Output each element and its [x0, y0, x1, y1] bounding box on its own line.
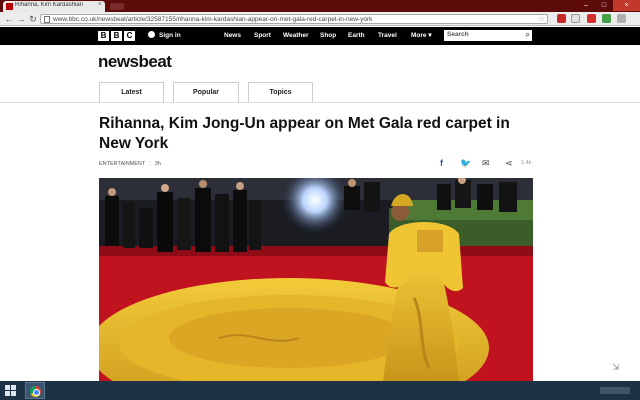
nav-shop[interactable]: Shop [320, 30, 336, 42]
scroll-indicator-icon[interactable]: ⇲ [612, 362, 620, 373]
article-headline: Rihanna, Kim Jong-Un appear on Met Gala … [99, 115, 510, 152]
windows-taskbar [0, 381, 640, 400]
bbc-logo-letter: B [98, 31, 109, 41]
forward-button[interactable]: → [15, 13, 27, 25]
tab-topics[interactable]: Topics [248, 82, 313, 103]
bbc-logo[interactable]: B B C [98, 31, 135, 41]
chrome-menu-icon[interactable] [617, 14, 626, 23]
search-icon[interactable]: ⌕ [526, 30, 530, 40]
bbc-favicon-icon [6, 3, 13, 10]
meta-separator: | [149, 161, 151, 167]
chrome-icon [30, 386, 41, 397]
chrome-taskbar-button[interactable] [25, 382, 45, 399]
article-category[interactable]: ENTERTAINMENT [99, 161, 145, 167]
hero-photo-graphic [99, 178, 533, 381]
nav-more-label: More [411, 32, 427, 39]
nav-more[interactable]: More ▾ [411, 30, 432, 42]
user-icon [148, 31, 155, 38]
bbc-global-nav: B B C Sign in News Sport Weather Shop Ea… [0, 27, 640, 45]
page-icon [44, 16, 50, 23]
chevron-down-icon: ▾ [428, 32, 432, 39]
bbc-logo-letter: B [111, 31, 122, 41]
bookmark-star-icon[interactable]: ☆ [538, 14, 545, 23]
nav-sport[interactable]: Sport [254, 30, 271, 42]
windows-start-icon[interactable] [5, 385, 17, 397]
extension-record-icon[interactable] [557, 14, 566, 23]
extension-gift-icon[interactable] [587, 14, 596, 23]
sign-in-link[interactable]: Sign in [148, 30, 181, 42]
nav-earth[interactable]: Earth [348, 30, 365, 42]
share-count: 1.4k [521, 160, 532, 166]
new-tab-button[interactable] [110, 3, 124, 10]
system-tray[interactable] [600, 387, 630, 394]
reload-button[interactable]: ↻ [27, 13, 39, 25]
twitter-icon[interactable]: 🐦 [460, 157, 471, 169]
sign-in-label: Sign in [159, 32, 181, 39]
back-button[interactable]: ← [3, 13, 15, 25]
nav-travel[interactable]: Travel [378, 30, 397, 42]
article-hero-image [99, 178, 533, 381]
browser-toolbar: ← → ↻ www.bbc.co.uk/newsbeat/article/325… [0, 12, 640, 26]
extension-page-icon[interactable] [571, 14, 580, 23]
window-minimize-button[interactable]: – [577, 0, 595, 11]
window-close-button[interactable]: × [613, 0, 640, 11]
article-meta: ENTERTAINMENT | 3h [99, 161, 161, 167]
browser-tab[interactable]: Rihanna, Kim Kardashian × [3, 1, 105, 12]
browser-tab-strip: Rihanna, Kim Kardashian × – □ × [0, 0, 640, 12]
article-timestamp: 3h [154, 161, 161, 167]
search-placeholder: Search [447, 31, 469, 38]
header-divider [0, 102, 640, 103]
share-icon[interactable]: ⋖ [505, 157, 513, 169]
nav-news[interactable]: News [224, 30, 241, 42]
tab-title: Rihanna, Kim Kardashian [15, 2, 84, 8]
address-url[interactable]: www.bbc.co.uk/newsbeat/article/32587155/… [53, 15, 372, 24]
address-bar[interactable]: www.bbc.co.uk/newsbeat/article/32587155/… [40, 14, 548, 24]
bbc-logo-letter: C [124, 31, 135, 41]
tab-latest[interactable]: Latest [99, 82, 164, 103]
tab-popular[interactable]: Popular [173, 82, 239, 103]
facebook-icon[interactable]: f [440, 157, 443, 169]
nav-weather[interactable]: Weather [283, 30, 309, 42]
newsbeat-brand[interactable]: newsbeat [98, 52, 172, 72]
tab-close-icon[interactable]: × [98, 1, 102, 8]
email-icon[interactable]: ✉ [482, 157, 490, 169]
window-maximize-button[interactable]: □ [595, 0, 613, 11]
extension-green-icon[interactable] [602, 14, 611, 23]
bbc-search-input[interactable]: Search ⌕ [444, 30, 532, 41]
